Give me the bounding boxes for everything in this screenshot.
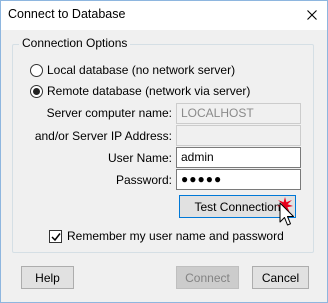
server-name-label: Server computer name: bbox=[46, 106, 172, 120]
password-label: Password: bbox=[115, 173, 172, 187]
window-title: Connect to Database bbox=[8, 7, 126, 21]
connect-label: Connect bbox=[185, 270, 230, 285]
help-button[interactable]: Help bbox=[21, 266, 74, 289]
remote-database-label[interactable]: Remote database (network via server) bbox=[47, 84, 250, 98]
test-connection-label: Test Connection bbox=[194, 199, 281, 214]
server-ip-label: and/or Server IP Address: bbox=[34, 129, 172, 143]
server-name-input[interactable]: LOCALHOST bbox=[176, 103, 301, 124]
remember-checkbox[interactable] bbox=[49, 230, 62, 243]
help-label: Help bbox=[35, 270, 60, 285]
cancel-label: Cancel bbox=[261, 270, 300, 285]
connection-options-legend: Connection Options bbox=[19, 36, 131, 50]
close-icon bbox=[307, 10, 317, 20]
radio-selected-dot bbox=[33, 88, 40, 95]
close-button[interactable] bbox=[298, 2, 326, 28]
cancel-button[interactable]: Cancel bbox=[252, 266, 309, 289]
connect-button[interactable]: Connect bbox=[176, 266, 239, 289]
server-ip-input[interactable] bbox=[176, 125, 301, 146]
remote-database-radio[interactable] bbox=[30, 85, 43, 98]
mouse-cursor-icon bbox=[277, 197, 294, 226]
connect-dialog: Connect to Database Connection Options L… bbox=[0, 0, 328, 303]
username-input[interactable]: admin bbox=[176, 147, 301, 168]
local-database-label[interactable]: Local database (no network server) bbox=[47, 63, 235, 77]
remember-label[interactable]: Remember my user name and password bbox=[67, 229, 284, 243]
password-input[interactable]: ●●●●● bbox=[176, 169, 301, 190]
title-bar: Connect to Database bbox=[1, 1, 327, 30]
local-database-radio[interactable] bbox=[30, 64, 43, 77]
checkmark-icon bbox=[51, 233, 61, 242]
username-label: User Name: bbox=[107, 151, 172, 165]
